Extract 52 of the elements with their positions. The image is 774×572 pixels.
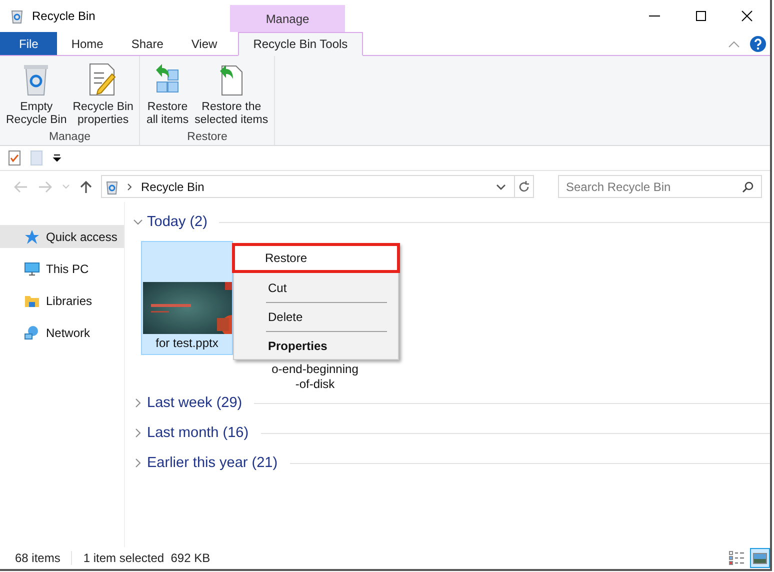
group-header[interactable]: Earlier this year (21) (147, 455, 278, 471)
up-arrow-icon[interactable] (80, 180, 92, 194)
file-tab[interactable]: File (0, 32, 58, 55)
network-globe-icon (24, 324, 40, 340)
address-path: Recycle Bin (141, 180, 204, 194)
sidebar-item[interactable]: Network (0, 321, 124, 344)
dropdown-caret-icon[interactable] (496, 184, 506, 190)
search-field[interactable]: Search Recycle Bin (558, 175, 762, 198)
details-view-icon (729, 551, 745, 565)
monitor-icon (24, 260, 40, 276)
view-button[interactable] (750, 548, 770, 568)
contextual-tab-header: Manage (230, 5, 345, 32)
search-icon (742, 181, 754, 193)
group-header[interactable]: Last week (29) (147, 395, 242, 411)
menu-item[interactable]: Cut (235, 277, 397, 299)
sidebar-item[interactable]: Libraries (0, 289, 124, 312)
maximize-icon (695, 10, 707, 22)
recycle-bin-icon (105, 178, 119, 194)
sidebar-item[interactable]: This PC (0, 257, 124, 280)
ribbon-tab[interactable]: Recycle Bin Tools (238, 32, 363, 56)
address-bar[interactable]: Recycle Bin (101, 175, 534, 198)
star-icon (24, 228, 40, 244)
menu-item[interactable]: Restore (232, 243, 400, 273)
view-button[interactable] (727, 548, 747, 568)
recycle-bin-icon (10, 8, 24, 24)
refresh-icon (518, 180, 530, 192)
close-icon (741, 10, 753, 22)
chevron-right-icon (127, 182, 133, 190)
window-title: Recycle Bin (32, 9, 96, 23)
sidebar-item[interactable]: Quick access (0, 225, 124, 248)
help-icon[interactable] (750, 36, 766, 52)
collapse-ribbon-icon[interactable] (728, 40, 740, 48)
properties-check-icon[interactable] (8, 150, 21, 166)
chevron-down-icon[interactable] (133, 217, 143, 227)
group-label: Manage (48, 131, 90, 143)
chevron-right-icon[interactable] (133, 428, 143, 438)
item-count: 68 items (15, 551, 60, 565)
ribbon-button[interactable]: Restore the selected items (192, 60, 272, 131)
selection-info: 1 item selected 692 KB (83, 551, 210, 565)
file-name: for test.pptx (156, 336, 218, 351)
group-header[interactable]: Last month (16) (147, 425, 249, 441)
document-pencil-icon (88, 62, 118, 96)
ribbon-button[interactable]: Restore all items (143, 60, 192, 131)
chevron-right-icon[interactable] (133, 398, 143, 408)
ribbon-button[interactable]: Recycle Bin properties (70, 60, 136, 131)
dropdown-caret-icon[interactable] (52, 154, 62, 162)
large-icons-view-icon (753, 552, 767, 564)
ribbon-button[interactable]: Empty Recycle Bin (3, 60, 70, 131)
group-label: Restore (187, 131, 228, 143)
chevron-right-icon[interactable] (133, 458, 143, 468)
group-header[interactable]: Today (2) (147, 214, 208, 230)
file-tile[interactable]: for test.pptx (141, 241, 233, 355)
